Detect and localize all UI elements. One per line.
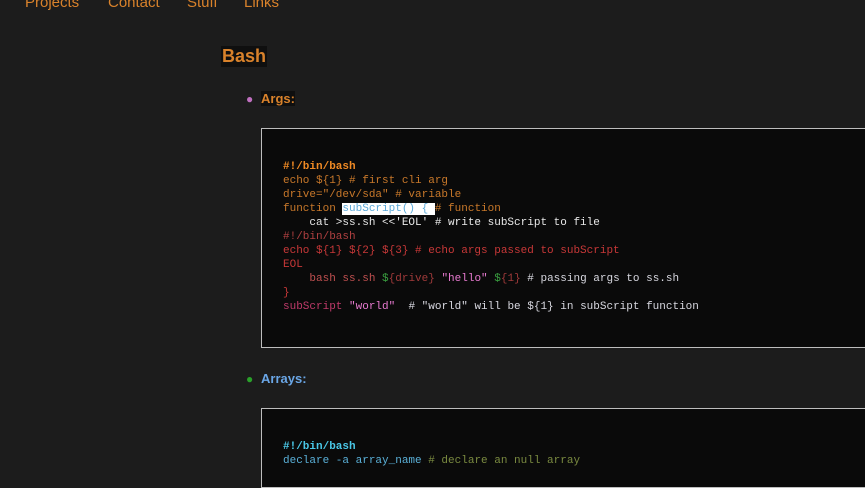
code-token: # passing args to ss.sh — [527, 273, 680, 285]
page-title: Bash — [221, 46, 268, 67]
code-token: function — [283, 203, 343, 215]
section-heading-args: Args: — [261, 91, 295, 106]
code-listing: #!/bin/bash declare -a array_name # decla… — [283, 440, 580, 468]
section-heading-arrays: Arrays: — [261, 371, 307, 386]
code-line: cat >ss.sh <<'EOL' # write subScript to … — [283, 216, 699, 230]
code-line: bash ss.sh ${drive} "hello" ${1} # passi… — [283, 272, 699, 286]
code-token: $ — [494, 273, 501, 285]
code-line: function subScript() { # function — [283, 202, 699, 216]
code-line: } — [283, 286, 699, 300]
bullet-icon: ● — [246, 92, 254, 106]
code-token: # "world" will be ${1} in subScript func… — [408, 301, 699, 313]
code-line: echo ${1} # first cli arg — [283, 174, 699, 188]
code-line: #!/bin/bash — [283, 160, 699, 174]
code-token: $ — [382, 273, 389, 285]
code-token: echo ${1} # first cli arg — [283, 175, 449, 187]
code-listing: #!/bin/bash echo ${1} # first cli arg driv… — [283, 160, 699, 314]
code-token: subScript — [283, 301, 350, 313]
code-token: "hello" — [441, 273, 495, 285]
code-block-arrays: #!/bin/bash declare -a array_name # decla… — [261, 408, 865, 488]
code-line: EOL — [283, 258, 699, 272]
code-token: echo ${1} ${2} ${3} # echo args passed t… — [283, 245, 620, 257]
code-token: EOL — [283, 259, 303, 271]
code-token: drive="/dev/sda" # variable — [283, 189, 462, 201]
nav-link-stuff[interactable]: Stuff — [187, 0, 218, 11]
code-token: declare -a array_name — [283, 455, 429, 467]
nav-link-links[interactable]: Links — [244, 0, 279, 11]
code-line: #!/bin/bash — [283, 230, 699, 244]
code-line: subScript "world" # "world" will be ${1}… — [283, 300, 699, 314]
code-line: drive="/dev/sda" # variable — [283, 188, 699, 202]
code-token: #!/bin/bash — [283, 231, 356, 243]
code-token: bash ss.sh — [283, 273, 383, 285]
code-line: echo ${1} ${2} ${3} # echo args passed t… — [283, 244, 699, 258]
code-token: {drive} — [388, 273, 442, 285]
code-line: #!/bin/bash — [283, 440, 580, 454]
code-token: # function — [434, 203, 501, 215]
nav-link-projects[interactable]: Projects — [25, 0, 79, 11]
code-token: # declare an null array — [428, 455, 581, 467]
code-token: #!/bin/bash — [283, 161, 356, 173]
code-block-args: #!/bin/bash echo ${1} # first cli arg driv… — [261, 128, 865, 348]
code-token: } — [283, 287, 290, 299]
nav-link-contact[interactable]: Contact — [108, 0, 160, 11]
bullet-icon: ● — [246, 372, 254, 386]
code-token: subScript() { — [342, 203, 435, 215]
code-token: cat >ss.sh <<'EOL' # write subScript to … — [283, 217, 600, 229]
code-token: "world" — [349, 301, 409, 313]
code-token: {1} — [500, 273, 528, 285]
code-token: #!/bin/bash — [283, 441, 356, 453]
